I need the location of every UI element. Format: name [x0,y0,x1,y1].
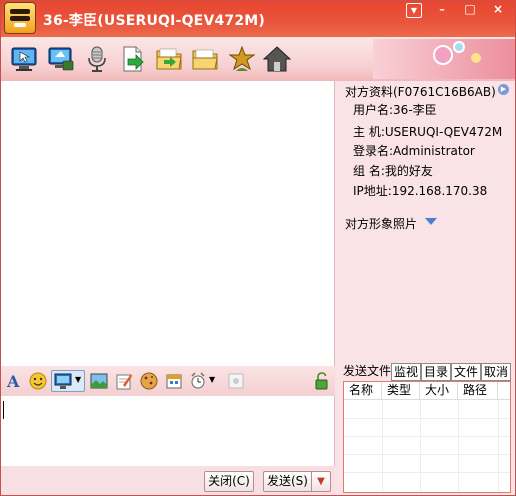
col-size[interactable]: 大小 [420,382,458,400]
send-button[interactable]: 发送(S) [263,471,311,492]
game-icon[interactable] [228,45,256,73]
expand-photo-icon[interactable] [425,218,437,225]
tab-send-file[interactable]: 发送文件 [343,363,391,381]
screenshot-button[interactable]: ▼ [51,370,85,392]
shake-icon [191,372,205,389]
app-logo-icon [4,2,36,34]
input-toolbar: A ▼ ▼ [1,366,335,396]
message-input[interactable] [1,396,335,466]
send-file-icon[interactable] [119,45,147,73]
close-window-button[interactable]: × [483,3,513,18]
contact-panel: 对方资料(F0761C16B6AB) ▶ 用户名:36-李臣 主 机:USERU… [335,81,515,495]
col-type[interactable]: 类型 [382,382,420,400]
image-icon[interactable] [90,372,108,390]
video-icon[interactable] [47,45,75,73]
col-name[interactable]: 名称 [344,382,382,400]
decorative-banner [373,39,515,79]
contact-info-header: 对方资料(F0761C16B6AB) [345,85,496,99]
note-icon[interactable] [115,372,133,390]
file-list[interactable]: 名称 类型 大小 路径 [343,381,511,493]
chevron-right-icon[interactable]: ▶ [498,84,509,95]
chat-history[interactable] [1,81,335,366]
maximize-button[interactable]: □ [459,3,481,18]
photo-header: 对方形象照片 [345,217,418,231]
home-icon[interactable] [263,45,291,73]
tab-cancel[interactable]: 取消 [481,363,511,381]
font-icon[interactable]: A [5,372,23,390]
tab-monitor[interactable]: 监视 [391,363,421,381]
calendar-icon[interactable] [165,372,183,390]
tab-file[interactable]: 文件 [451,363,481,381]
settings-icon[interactable] [227,372,245,390]
info-group: 组 名:我的好友 [353,164,433,178]
chat-window: 36-李臣(USERUQI-QEV472M) ▼ – □ × A ▼ ▼ 关闭(… [0,0,516,496]
window-title: 36-李臣(USERUQI-QEV472M) [43,13,266,29]
text-caret [3,401,4,419]
minimize-button[interactable]: – [431,3,453,18]
chevron-down-icon: ▼ [75,375,82,384]
info-login: 登录名:Administrator [353,144,475,158]
folder-icon[interactable] [191,45,219,73]
screenshot-icon [54,373,72,389]
action-bar: 关闭(C) 发送(S) ▼ [1,466,335,495]
unlock-icon[interactable] [313,372,331,390]
shake-button[interactable]: ▼ [189,372,219,390]
col-path[interactable]: 路径 [458,382,498,400]
title-bar[interactable]: 36-李臣(USERUQI-QEV472M) ▼ – □ × [1,1,515,37]
chevron-down-icon: ▼ [209,375,216,384]
info-username: 用户名:36-李臣 [353,103,437,117]
tab-directory[interactable]: 目录 [421,363,451,381]
send-options-button[interactable]: ▼ [311,471,331,492]
info-host: 主 机:USERUQI-QEV472M [353,125,503,139]
svg-text:A: A [6,372,20,390]
file-list-header: 名称 类型 大小 路径 [344,382,510,400]
remote-assist-icon[interactable] [10,45,38,73]
close-button[interactable]: 关闭(C) [204,471,254,492]
microphone-icon[interactable] [83,45,111,73]
cookie-icon[interactable] [140,372,158,390]
window-menu-button[interactable]: ▼ [406,3,422,18]
send-folder-icon[interactable] [155,45,183,73]
info-ip: IP地址:192.168.170.38 [353,184,488,198]
emoticon-icon[interactable] [29,372,47,390]
